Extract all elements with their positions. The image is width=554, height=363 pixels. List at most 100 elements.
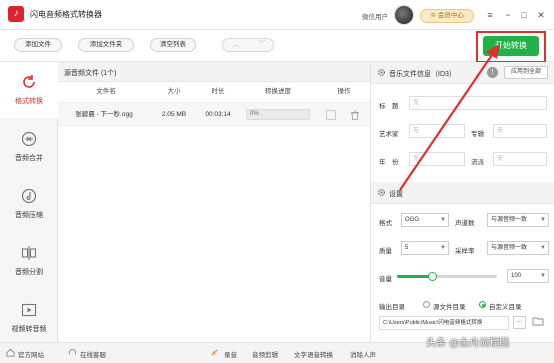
app-logo-icon: ♪	[8, 6, 24, 22]
audio-edit-link[interactable]: 音频剪辑	[252, 349, 278, 359]
table-row[interactable]: 张碧晨 - 下一秒.ogg 2.05 MB 00:03:14 0%	[58, 102, 370, 126]
sidebar-item-audio-split[interactable]: 音频分割	[0, 233, 58, 289]
title-bar: ♪ 闪电音频格式转换器 微信用户 ♔ 会员中心 ≡ − □ ✕	[0, 0, 554, 30]
channel-label: 声道数	[455, 220, 475, 227]
minimize-icon[interactable]: −	[502, 9, 514, 21]
user-name[interactable]: 微信用户	[362, 11, 388, 21]
crown-icon: ♔	[430, 12, 438, 19]
file-count: 源音频文件 (1个)	[64, 70, 117, 77]
merge-icon	[21, 131, 37, 147]
record-link[interactable]: 录音	[224, 349, 237, 359]
column-header-name: 文件名	[96, 88, 116, 95]
home-icon	[6, 348, 15, 357]
volume-slider-handle[interactable]	[428, 272, 437, 281]
close-icon[interactable]: ✕	[535, 9, 547, 21]
menu-icon[interactable]: ≡	[484, 9, 496, 21]
volume-value: 100	[511, 273, 522, 279]
vocal-remove-link[interactable]: 消除人声	[350, 349, 376, 359]
vip-label: 会员中心	[437, 12, 464, 19]
chevron-down-icon: ▼	[540, 245, 546, 251]
sidebar-item-format-convert[interactable]: 格式转换	[0, 62, 58, 118]
move-up-icon[interactable]: ︿	[223, 39, 249, 51]
volume-slider[interactable]	[397, 272, 497, 281]
move-down-icon[interactable]: ﹀	[249, 39, 275, 51]
settings-section-header: 设置	[371, 182, 554, 204]
sidebar-item-video-to-audio[interactable]: 视频转音频	[0, 290, 58, 346]
toolbar: 添加文件 添加文件夹 清空列表 ︿ ﹀ 开始转换	[0, 30, 554, 62]
column-header-actions: 操作	[337, 88, 351, 95]
artist-field[interactable]: 无	[409, 124, 465, 138]
column-header-size: 大小	[167, 88, 181, 95]
volume-select[interactable]: 100 ▼	[507, 269, 549, 283]
album-field[interactable]: 无	[493, 124, 547, 138]
folder-icon[interactable]	[531, 316, 544, 329]
output-path-field[interactable]: C:\Users\Public\Music\闪电音频格式转换	[379, 316, 509, 330]
progress-value: 0%	[250, 111, 259, 117]
online-support-link[interactable]: 在线客服	[80, 349, 106, 359]
file-list-header: 源音频文件 (1个)	[58, 62, 370, 82]
app-title: 闪电音频格式转换器	[30, 10, 102, 19]
sidebar-item-label: 音频合并	[15, 155, 43, 162]
column-header-progress: 转换进度	[265, 88, 291, 95]
quality-value: 5	[405, 245, 409, 251]
album-label: 专辑	[471, 131, 484, 138]
title-field[interactable]: 无	[409, 96, 547, 110]
link-icon	[211, 349, 218, 356]
clear-list-button[interactable]: 清空列表	[150, 38, 196, 52]
move-arrows: ︿ ﹀	[222, 38, 274, 52]
id3-title: 音乐文件信息（ID3）	[389, 71, 456, 78]
vip-center-button[interactable]: ♔ 会员中心	[420, 9, 474, 23]
chevron-down-icon: ▼	[440, 217, 446, 223]
sidebar-item-label: 格式转换	[15, 98, 43, 105]
source-dir-label: 源文件目录	[433, 304, 466, 311]
file-size: 2.05 MB	[161, 111, 187, 118]
format-select[interactable]: OGG ▼	[401, 213, 449, 227]
sidebar-item-label: 音频压缩	[15, 212, 43, 219]
output-label: 输出目录	[379, 304, 405, 311]
apply-all-button[interactable]: 应用到全部	[504, 66, 548, 79]
info-icon[interactable]: !	[487, 67, 498, 78]
samplerate-value: 与源音频一致	[491, 245, 528, 251]
year-field[interactable]: 无	[409, 152, 465, 166]
source-dir-radio[interactable]	[423, 301, 430, 308]
headset-icon	[68, 349, 77, 355]
sidebar: 格式转换 音频合并 音频压缩 音频分割 视频转音频	[0, 62, 58, 346]
channel-select[interactable]: 与源音频一致 ▼	[487, 213, 549, 227]
genre-label: 流派	[471, 159, 484, 166]
sidebar-item-label: 音频分割	[15, 269, 43, 276]
genre-field[interactable]: 无	[493, 152, 547, 166]
samplerate-label: 采样率	[455, 248, 475, 255]
volume-label: 音量	[379, 276, 392, 283]
official-website-link[interactable]: 官方网站	[18, 349, 44, 359]
more-options-button[interactable]: ···	[513, 316, 526, 329]
gear-icon	[377, 188, 386, 197]
avatar[interactable]	[394, 5, 414, 25]
progress-bar: 0%	[246, 109, 310, 120]
open-folder-icon[interactable]	[326, 110, 336, 120]
watermark: 头条 @金舟流程图	[426, 338, 510, 349]
id3-section-header: 音乐文件信息（ID3） ! 应用到全部	[371, 62, 554, 84]
settings-title: 设置	[389, 191, 403, 198]
custom-dir-radio[interactable]	[479, 301, 486, 308]
split-icon	[21, 246, 37, 260]
custom-dir-label: 自定义目录	[489, 304, 522, 311]
year-label: 年 份	[379, 159, 399, 166]
text-to-speech-link[interactable]: 文字语音转换	[294, 349, 333, 359]
sidebar-item-label: 视频转音频	[11, 326, 47, 333]
add-file-button[interactable]: 添加文件	[14, 38, 62, 52]
quality-select[interactable]: 5 ▼	[401, 241, 449, 255]
sidebar-item-audio-merge[interactable]: 音频合并	[0, 119, 58, 175]
convert-icon	[23, 75, 35, 88]
file-name: 张碧晨 - 下一秒.ogg	[75, 111, 133, 118]
highlight-box	[476, 31, 546, 63]
chevron-down-icon: ▼	[540, 273, 546, 279]
maximize-icon[interactable]: □	[518, 9, 530, 21]
volume-slider-fill	[397, 275, 432, 278]
sidebar-item-audio-compress[interactable]: 音频压缩	[0, 176, 58, 232]
properties-panel: 音乐文件信息（ID3） ! 应用到全部 标 题 无 艺术家 无 专辑 无 年 份…	[370, 62, 554, 346]
quality-label: 质量	[379, 248, 392, 255]
samplerate-select[interactable]: 与源音频一致 ▼	[487, 241, 549, 255]
delete-icon[interactable]	[350, 110, 360, 120]
add-folder-button[interactable]: 添加文件夹	[78, 38, 134, 52]
format-value: OGG	[405, 217, 420, 223]
